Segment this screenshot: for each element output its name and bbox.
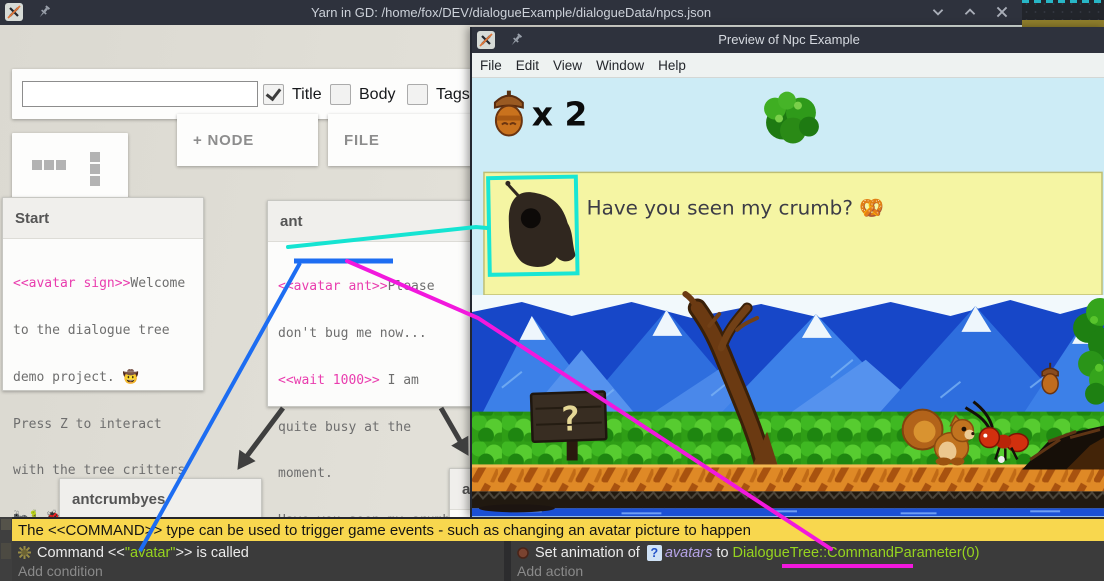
filter-tags[interactable]: Tags xyxy=(407,84,470,105)
node-ant-title[interactable]: ant xyxy=(268,201,474,242)
minimize-icon[interactable] xyxy=(930,4,946,20)
action-row[interactable]: Set animation of ?avatars to DialogueTre… xyxy=(511,541,1104,564)
maximize-icon[interactable] xyxy=(962,4,978,20)
animation-action-icon xyxy=(517,547,529,559)
node-start[interactable]: Start <<avatar sign>>Welcome to the dial… xyxy=(2,197,204,391)
comment-text: The <<COMMAND>> type can be used to trig… xyxy=(18,522,751,539)
game-viewport[interactable]: x 2 xyxy=(472,78,1104,517)
driftwood xyxy=(479,504,555,512)
action-text: Set animation of ?avatars to DialogueTre… xyxy=(535,545,979,561)
object-missing-icon: ? xyxy=(647,545,662,561)
filter-title[interactable]: Title xyxy=(263,84,322,105)
list-icon xyxy=(90,176,100,186)
menu-edit[interactable]: Edit xyxy=(516,58,539,73)
list-icon xyxy=(90,152,100,162)
underground-texture xyxy=(472,491,1104,508)
event-column-divider xyxy=(504,541,511,581)
condition-column: Command <<"avatar">> is called Add condi… xyxy=(12,541,504,581)
close-icon[interactable] xyxy=(994,4,1010,20)
preview-menubar: File Edit View Window Help xyxy=(472,53,1104,78)
yarn-window-title: Yarn in GD: /home/fox/DEV/dialogueExampl… xyxy=(0,0,1022,25)
event-sheet-gutter xyxy=(0,517,12,581)
grid-icon xyxy=(44,160,54,170)
add-node-button[interactable]: + NODE xyxy=(177,114,318,166)
sign-question-mark: ? xyxy=(559,399,581,439)
node-start-title[interactable]: Start xyxy=(3,198,203,239)
node-ant[interactable]: ant <<avatar ant>>Please don't bug me no… xyxy=(267,200,475,407)
condition-row[interactable]: Command <<"avatar">> is called xyxy=(12,541,504,564)
dashed-selection-border xyxy=(1022,0,1104,3)
filter-body[interactable]: Body xyxy=(330,84,395,105)
list-icon xyxy=(90,164,100,174)
preview-titlebar[interactable]: Preview of Npc Example xyxy=(472,27,1104,53)
action-column: Set animation of ?avatars to DialogueTre… xyxy=(511,541,1104,581)
preview-window-title: Preview of Npc Example xyxy=(472,27,1104,53)
body-checkbox[interactable] xyxy=(330,84,351,105)
game-scene: x 2 xyxy=(472,78,1104,517)
title-checkbox[interactable] xyxy=(263,84,284,105)
add-action-link[interactable]: Add action xyxy=(511,564,1104,581)
grid-icon xyxy=(56,160,66,170)
event-sheet: Command <<"avatar">> is called Add condi… xyxy=(12,541,1104,581)
yarn-titlebar[interactable]: Yarn in GD: /home/fox/DEV/dialogueExampl… xyxy=(0,0,1022,25)
background-toolbar-strip xyxy=(1022,20,1104,27)
add-condition-link[interactable]: Add condition xyxy=(12,564,504,581)
comment-bar[interactable]: The <<COMMAND>> type can be used to trig… xyxy=(12,517,1104,541)
node-antcrumbyes-title[interactable]: antcrumbyes xyxy=(60,479,261,520)
menu-view[interactable]: View xyxy=(553,58,582,73)
menu-help[interactable]: Help xyxy=(658,58,686,73)
dialog-box: Have you seen my crumb? 🥨 xyxy=(484,172,1102,295)
acorn-count-label: x 2 xyxy=(532,95,588,134)
layout-toggle-card[interactable] xyxy=(12,133,128,203)
preview-window: Preview of Npc Example File Edit View Wi… xyxy=(470,27,1104,517)
command-event-icon xyxy=(18,546,31,559)
screen: Yarn in GD: /home/fox/DEV/dialogueExampl… xyxy=(0,0,1104,581)
title-checkbox-label: Title xyxy=(292,86,322,104)
ground xyxy=(472,464,1104,491)
tags-checkbox[interactable] xyxy=(407,84,428,105)
dialog-text: Have you seen my crumb? 🥨 xyxy=(587,196,885,219)
menu-window[interactable]: Window xyxy=(596,58,644,73)
menu-file[interactable]: File xyxy=(480,58,502,73)
tags-checkbox-label: Tags xyxy=(436,86,470,104)
background-window-edge xyxy=(1022,0,1104,27)
ground-lip xyxy=(472,464,1104,467)
body-checkbox-label: Body xyxy=(359,86,395,104)
condition-text: Command <<"avatar">> is called xyxy=(37,545,249,561)
grid-icon xyxy=(32,160,42,170)
search-input[interactable] xyxy=(22,81,258,107)
